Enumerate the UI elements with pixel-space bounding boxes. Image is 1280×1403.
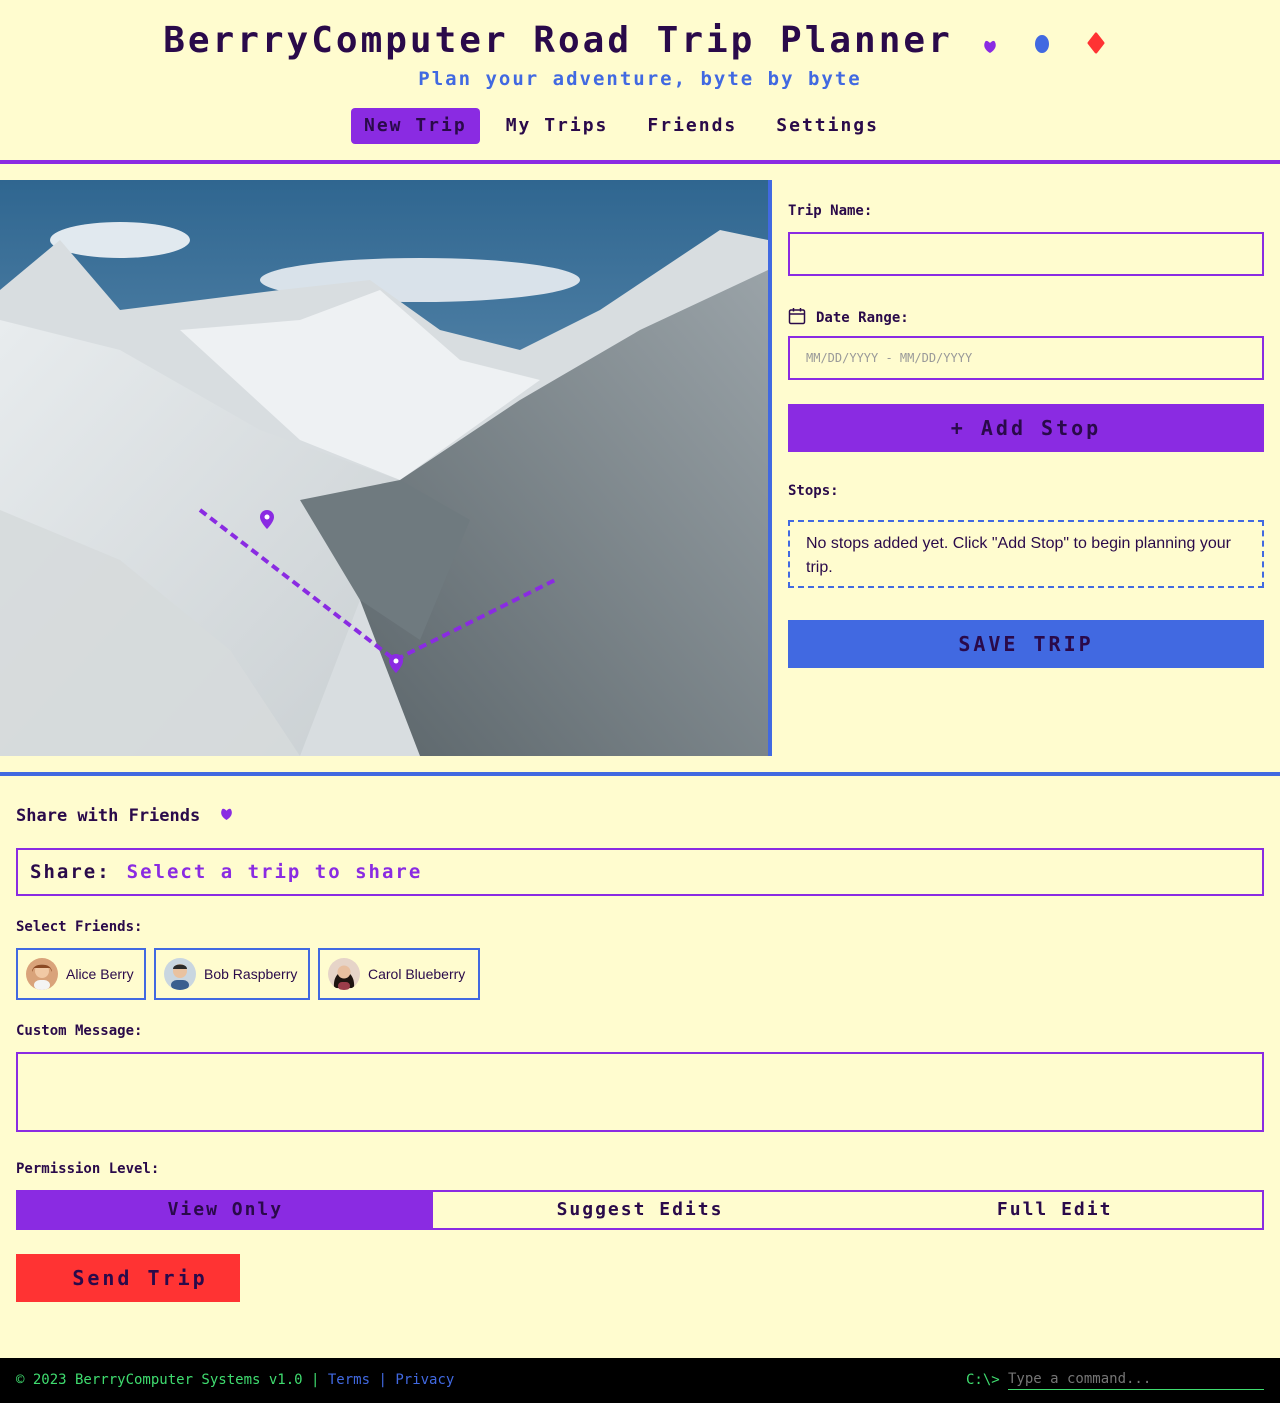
terms-link[interactable]: Terms bbox=[328, 1372, 370, 1388]
nav-friends[interactable]: Friends bbox=[634, 108, 750, 144]
share-prefix: Share: bbox=[30, 861, 111, 883]
stops-list-empty: No stops added yet. Click "Add Stop" to … bbox=[788, 520, 1264, 588]
trip-map[interactable] bbox=[0, 180, 772, 756]
share-heading: Share with Friends bbox=[16, 806, 233, 826]
map-landscape bbox=[0, 180, 768, 756]
app-title: BerrryComputer Road Trip Planner bbox=[0, 20, 1280, 63]
privacy-link[interactable]: Privacy bbox=[395, 1372, 454, 1388]
nav-settings[interactable]: Settings bbox=[763, 108, 892, 144]
select-friends-label: Select Friends: bbox=[16, 919, 143, 935]
app-title-text: BerrryComputer Road Trip Planner bbox=[163, 20, 953, 61]
blue-berry-icon bbox=[1034, 22, 1050, 63]
permission-view-only[interactable]: View Only bbox=[18, 1192, 433, 1228]
section-divider bbox=[0, 772, 1280, 776]
stops-label: Stops: bbox=[788, 483, 839, 499]
footer-separator: | bbox=[378, 1372, 387, 1388]
trip-name-label: Trip Name: bbox=[788, 203, 873, 219]
footer-links: © 2023 BerrryComputer Systems v1.0 | Ter… bbox=[16, 1372, 454, 1388]
date-range-label-row: Date Range: bbox=[788, 307, 909, 329]
friend-name: Carol Blueberry bbox=[368, 966, 466, 982]
custom-message-label: Custom Message: bbox=[16, 1023, 143, 1039]
avatar bbox=[328, 958, 360, 990]
friend-chip-carol[interactable]: Carol Blueberry bbox=[318, 948, 480, 1000]
permission-full-edit[interactable]: Full Edit bbox=[847, 1192, 1262, 1228]
friend-name: Alice Berry bbox=[66, 966, 134, 982]
nav-new-trip[interactable]: New Trip bbox=[351, 108, 480, 144]
purple-berry-icon bbox=[220, 806, 233, 826]
date-range-label: Date Range: bbox=[816, 310, 909, 326]
date-range-input[interactable]: MM/DD/YYYY - MM/DD/YYYY bbox=[788, 336, 1264, 380]
permission-level-label: Permission Level: bbox=[16, 1161, 160, 1177]
friend-name: Bob Raspberry bbox=[204, 966, 298, 982]
header: BerrryComputer Road Trip Planner Plan yo… bbox=[0, 0, 1280, 164]
permission-selector: View Only Suggest Edits Full Edit bbox=[16, 1190, 1264, 1230]
trip-name-input[interactable] bbox=[788, 232, 1264, 276]
main-nav: New Trip My Trips Friends Settings bbox=[351, 108, 905, 144]
berry-icons bbox=[983, 21, 1116, 64]
save-trip-button[interactable]: SAVE TRIP bbox=[788, 620, 1264, 668]
custom-message-input[interactable] bbox=[16, 1052, 1264, 1132]
share-trip-selector[interactable]: Share: Select a trip to share bbox=[16, 848, 1264, 896]
calendar-icon bbox=[788, 307, 806, 329]
add-stop-button[interactable]: + Add Stop bbox=[788, 404, 1264, 452]
friend-chip-alice[interactable]: Alice Berry bbox=[16, 948, 146, 1000]
purple-berry-icon bbox=[983, 22, 997, 63]
permission-suggest-edits[interactable]: Suggest Edits bbox=[433, 1192, 848, 1228]
send-trip-button[interactable]: Send Trip bbox=[16, 1254, 240, 1302]
app-subtitle: Plan your adventure, byte by byte bbox=[418, 68, 862, 90]
command-prompt: C:\> bbox=[966, 1372, 1000, 1388]
friend-chip-bob[interactable]: Bob Raspberry bbox=[154, 948, 310, 1000]
avatar bbox=[26, 958, 58, 990]
share-selected-trip: Select a trip to share bbox=[126, 861, 423, 883]
command-input[interactable] bbox=[1008, 1368, 1264, 1390]
avatar bbox=[164, 958, 196, 990]
red-berry-icon bbox=[1087, 22, 1105, 63]
nav-my-trips[interactable]: My Trips bbox=[493, 108, 622, 144]
copyright-text: © 2023 BerrryComputer Systems v1.0 | bbox=[16, 1372, 320, 1388]
footer: © 2023 BerrryComputer Systems v1.0 | Ter… bbox=[0, 1358, 1280, 1403]
share-title: Share with Friends bbox=[16, 806, 201, 826]
